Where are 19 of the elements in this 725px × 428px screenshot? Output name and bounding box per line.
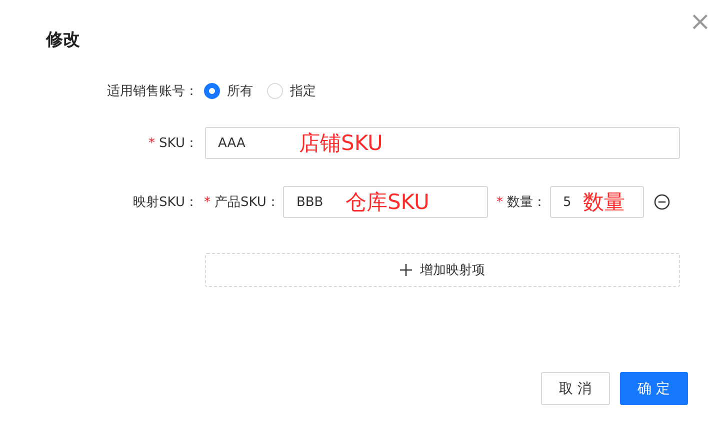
field-label: 数量： — [506, 195, 546, 210]
plus-icon — [400, 264, 412, 276]
required-mark: * — [204, 195, 210, 210]
radio-option[interactable]: 指定 — [267, 82, 316, 100]
required-mark: * — [496, 195, 503, 210]
confirm-button[interactable]: 确 定 — [620, 372, 688, 405]
field-label: 产品SKU： — [214, 195, 280, 210]
radio-option[interactable]: 所有 — [204, 82, 253, 100]
annotation-text: 店铺SKU — [299, 130, 383, 157]
field-label: 适用销售账号： — [106, 83, 198, 100]
field-label: 映射SKU： — [132, 194, 198, 211]
remove-icon[interactable] — [654, 194, 670, 210]
cancel-button[interactable]: 取 消 — [541, 372, 610, 405]
required-mark: * — [148, 136, 156, 151]
dialog-title: 修改 — [46, 29, 80, 51]
annotation-text: 数量 — [582, 189, 625, 216]
annotation-text: 仓库SKU — [345, 189, 430, 216]
add-mapping-button[interactable]: 增加映射项 — [205, 253, 680, 287]
field-label: SKU： — [159, 136, 198, 151]
